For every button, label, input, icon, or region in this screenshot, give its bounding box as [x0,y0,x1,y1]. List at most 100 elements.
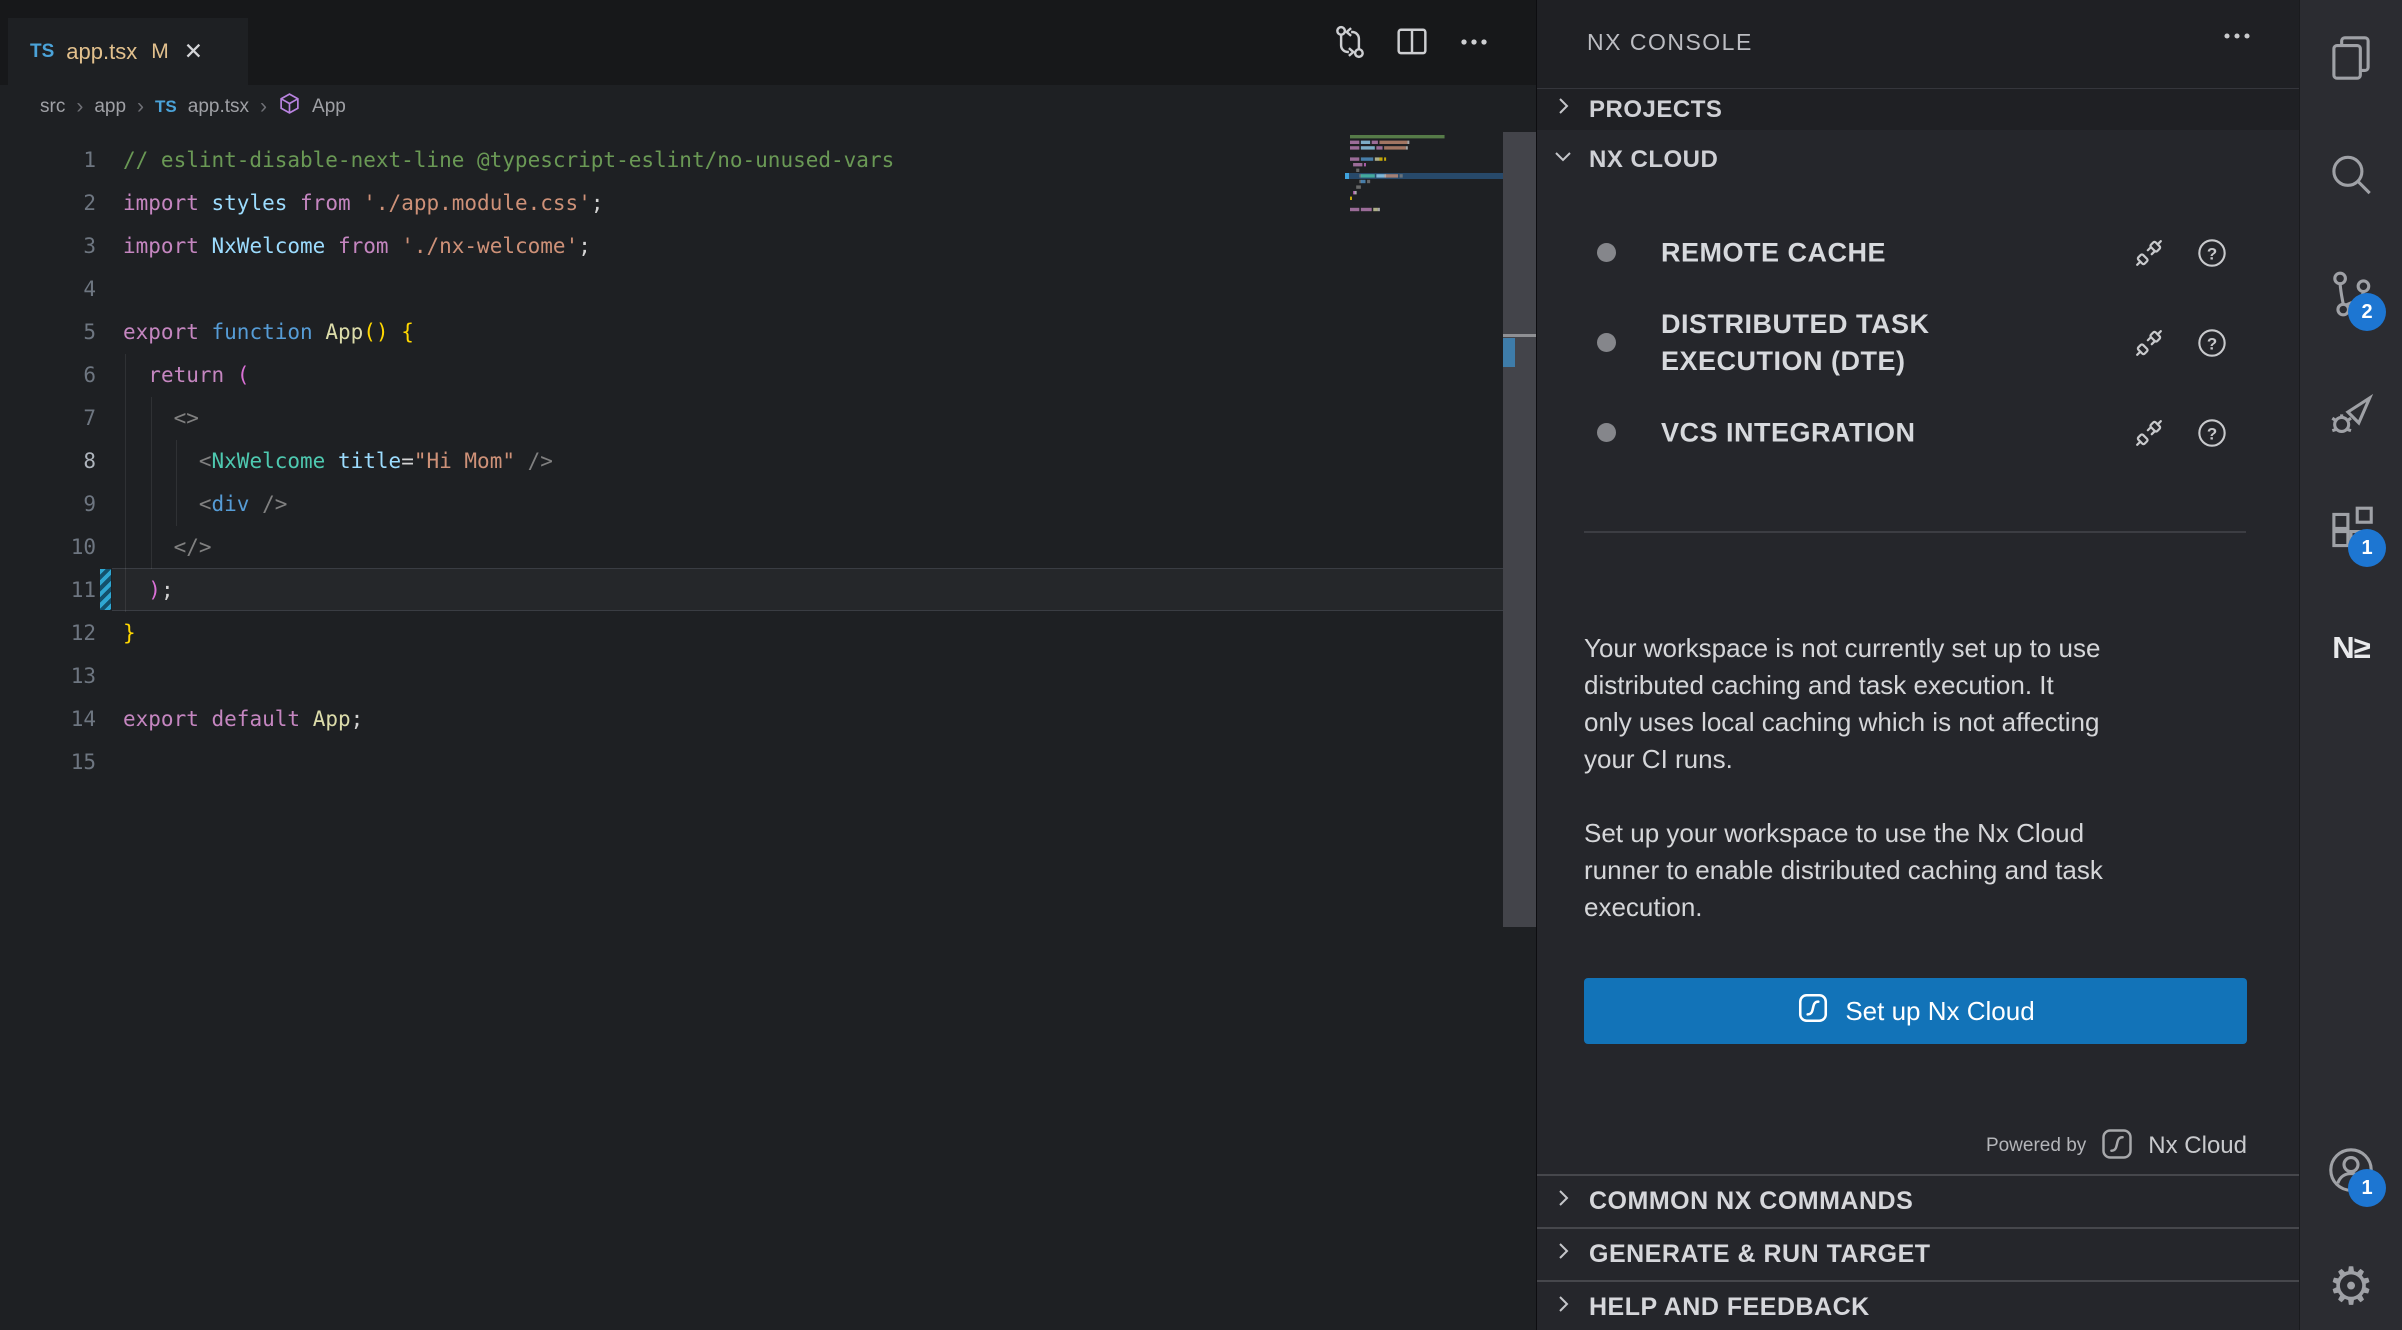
setup-nx-cloud-button[interactable]: Set up Nx Cloud [1584,978,2247,1044]
line-number: 11 [0,569,96,612]
open-changes-icon[interactable] [1330,22,1370,67]
nx-cloud-item[interactable]: REMOTE CACHE? [1537,224,2299,282]
chevron-right-icon [1551,1239,1575,1270]
badge: 2 [2348,293,2386,331]
line-number: 13 [0,655,96,698]
line-number: 8 [0,440,96,483]
code-line[interactable]: 1// eslint-disable-next-line @typescript… [0,139,1500,182]
code-line[interactable]: 13 [0,655,1500,698]
code-text: return ( [123,354,249,397]
svg-text:?: ? [2207,334,2217,353]
breadcrumb-src[interactable]: src [40,96,65,118]
line-number: 12 [0,612,96,655]
nx-cloud-item-label: DISTRIBUTED TASKEXECUTION (DTE) [1661,306,1930,380]
code-line[interactable]: 6 return ( [0,354,1500,397]
extensions-icon[interactable]: 1 [2323,502,2379,558]
tab-bar: TS app.tsx M ✕ [0,0,1536,85]
section-label: COMMON NX COMMANDS [1589,1187,1913,1216]
code-line[interactable]: 11 ); [0,569,1500,612]
code-editor[interactable]: 1// eslint-disable-next-line @typescript… [0,128,1536,1330]
source-control-icon[interactable]: 2 [2323,266,2379,322]
tab-title: app.tsx [66,39,137,65]
close-icon[interactable]: ✕ [184,38,203,65]
chevron-down-icon [1551,144,1575,175]
settings-icon[interactable]: ⚙︎ [2323,1259,2379,1315]
line-number: 2 [0,182,96,225]
breadcrumb-symbol[interactable]: App [312,96,346,118]
code-line[interactable]: 9 <div /> [0,483,1500,526]
brand-label: Nx Cloud [2148,1132,2247,1160]
symbol-class-icon [278,92,301,121]
nx-cloud-icon [1796,991,1830,1032]
chevron-right-icon [1551,1292,1575,1323]
nx-cloud-icon [2099,1126,2135,1167]
modified-badge: M [151,40,169,64]
minimap[interactable] [1345,132,1503,244]
code-text: } [123,612,136,655]
setup-instruction-text: Set up your workspace to use the Nx Clou… [1584,815,2264,926]
nx-console-icon[interactable]: N≥ [2323,620,2379,676]
line-number: 3 [0,225,96,268]
section-common-nx-commands[interactable]: COMMON NX COMMANDS [1537,1174,2299,1227]
code-line[interactable]: 3import NxWelcome from './nx-welcome'; [0,225,1500,268]
section-generate-run-target[interactable]: GENERATE & RUN TARGET [1537,1227,2299,1280]
code-line[interactable]: 14export default App; [0,698,1500,741]
code-line[interactable]: 15 [0,741,1500,784]
accounts-icon[interactable]: 1 [2323,1142,2379,1198]
button-label: Set up Nx Cloud [1845,996,2034,1027]
run-debug-icon[interactable] [2323,384,2379,440]
section-nx-cloud[interactable]: NX CLOUD [1537,132,2300,187]
line-number: 4 [0,268,96,311]
code-line[interactable]: 4 [0,268,1500,311]
typescript-file-icon: TS [30,41,54,63]
help-question-icon[interactable]: ? [2193,324,2231,367]
nx-cloud-item[interactable]: DISTRIBUTED TASKEXECUTION (DTE)? [1537,296,2299,390]
code-line[interactable]: 5 export function App() { [0,311,1500,354]
status-bullet-icon [1597,243,1616,262]
powered-by-label: Powered by [1986,1135,2086,1157]
vertical-scrollbar[interactable] [1503,132,1536,927]
chevron-right-icon: › [137,95,144,119]
workspace-status-text: Your workspace is not currently set up t… [1584,630,2264,778]
chevron-right-icon: › [260,95,267,119]
code-text: import styles from './app.module.css'; [123,182,604,225]
overview-modified-marker [1503,338,1515,367]
code-line[interactable]: 8 <NxWelcome title="Hi Mom" /> [0,440,1500,483]
breadcrumb-app[interactable]: app [94,96,126,118]
section-projects[interactable]: PROJECTS [1537,88,2300,130]
section-help-and-feedback[interactable]: HELP AND FEEDBACK [1537,1280,2299,1330]
explorer-icon[interactable] [2323,30,2379,86]
line-number: 9 [0,483,96,526]
code-text: export default App; [123,698,363,741]
svg-text:?: ? [2207,244,2217,263]
nx-cloud-item-label: VCS INTEGRATION [1661,415,1916,452]
help-question-icon[interactable]: ? [2193,234,2231,277]
connect-icon[interactable] [2129,233,2169,278]
connect-icon[interactable] [2129,323,2169,368]
nx-cloud-item-label: REMOTE CACHE [1661,235,1886,272]
code-line[interactable]: 12} [0,612,1500,655]
nx-cloud-item[interactable]: VCS INTEGRATION? [1537,404,2299,462]
code-line[interactable]: 10 </> [0,526,1500,569]
section-label: NX CLOUD [1589,146,1718,174]
code-text: <> [123,397,199,440]
search-icon[interactable] [2323,148,2379,204]
section-label: HELP AND FEEDBACK [1589,1293,1870,1322]
line-number: 5 [0,311,96,354]
code-line[interactable]: 7 <> [0,397,1500,440]
help-question-icon[interactable]: ? [2193,414,2231,457]
line-number: 7 [0,397,96,440]
powered-by: Powered by Nx Cloud [1584,1126,2247,1166]
split-editor-icon[interactable] [1392,22,1432,67]
code-text: <div /> [123,483,287,526]
code-line[interactable]: 2 import styles from './app.module.css'; [0,182,1500,225]
code-text: ); [123,569,174,612]
code-text: // eslint-disable-next-line @typescript-… [123,139,894,182]
tab-app-tsx[interactable]: TS app.tsx M ✕ [8,18,248,85]
nx-cloud-section: NX CLOUD REMOTE CACHE?DISTRIBUTED TASKEX… [1537,130,2299,1174]
connect-icon[interactable] [2129,413,2169,458]
code-text: export function App() { [123,311,414,354]
more-actions-icon[interactable] [2217,16,2257,61]
more-actions-icon[interactable] [1454,22,1494,67]
breadcrumb-file[interactable]: app.tsx [188,96,249,118]
